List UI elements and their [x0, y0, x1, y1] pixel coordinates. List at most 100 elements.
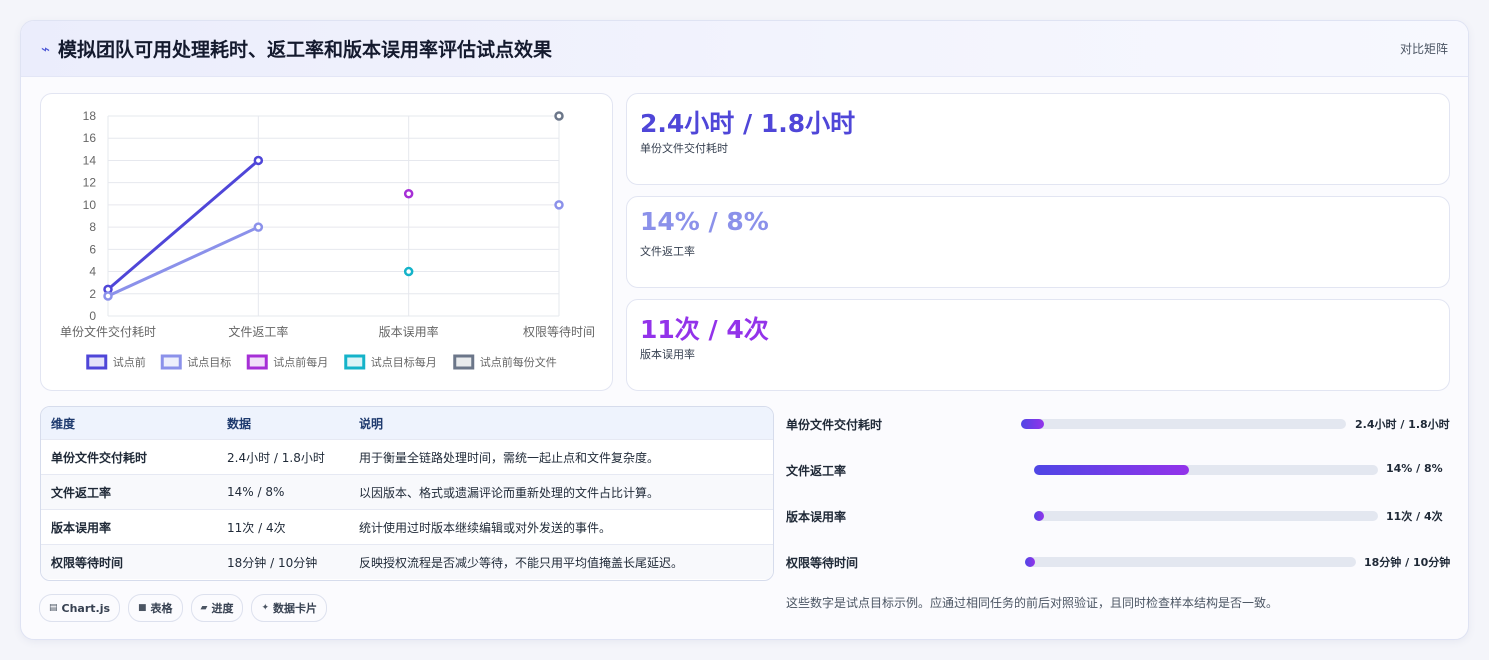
kpi-label: 版本误用率	[640, 348, 695, 361]
progress-label: 版本误用率	[786, 510, 847, 524]
legend-swatch	[246, 354, 268, 370]
data-point	[403, 189, 414, 199]
progress-track	[1025, 557, 1356, 567]
kpi-card-delivery-time: 2.4小时 / 1.8小时 单份文件交付耗时	[626, 93, 1450, 185]
data-point	[554, 111, 564, 121]
legend-swatch	[344, 354, 366, 370]
kpi-label: 单份文件交付耗时	[640, 142, 728, 155]
cell-dimension: 单份文件交付耗时	[41, 439, 217, 475]
y-tick-label: 18	[83, 109, 97, 123]
cell-description: 统计使用过时版本继续编辑或对外发送的事件。	[349, 509, 773, 545]
y-tick-label: 8	[89, 220, 96, 234]
comparison-table: 维度 数据 说明 单份文件交付耗时 2.4小时 / 1.8小时 用于衡量全链路处…	[40, 406, 774, 581]
line-chart: 0 2 4 6 8 10 12 14 16 18 单份文件交付耗时 文件返工率 版本误用率 权限等待时间试…	[60, 109, 595, 370]
cell-description: 以因版本、格式或遗漏评论而重新处理的文件占比计算。	[349, 474, 773, 510]
y-tick-label: 2	[89, 287, 96, 301]
chip-data-cards[interactable]: ✦ 数据卡片	[251, 594, 328, 622]
y-tick-label: 0	[89, 309, 96, 323]
legend-label: 试点目标	[187, 355, 231, 369]
progress-value: 14% / 8%	[1386, 462, 1443, 475]
chip-label: 数据卡片	[273, 602, 318, 615]
kpi-label: 文件返工率	[640, 245, 695, 258]
progress-value: 2.4小时 / 1.8小时	[1355, 418, 1450, 431]
table-row: 版本误用率 11次 / 4次 统计使用过时版本继续编辑或对外发送的事件。	[41, 509, 773, 545]
chip-chartjs[interactable]: ▤ Chart.js	[39, 594, 121, 622]
chart-icon: ▤	[49, 603, 58, 613]
data-point	[253, 155, 264, 166]
kpi-card-version-misuse: 11次 / 4次 版本误用率	[626, 299, 1450, 391]
footnote: 这些数字是试点目标示例。应通过相同任务的前后对照验证，且同时检查样本结构是否一致…	[786, 596, 1279, 610]
cell-description: 反映授权流程是否减少等待，不能只用平均值掩盖长尾延迟。	[349, 544, 773, 579]
chart-panel: 0 2 4 6 8 10 12 14 16 18 单份文件交付耗时 文件返工率 版本误用率 权限等待时间试…	[40, 93, 613, 391]
progress-row-delivery-time: 单份文件交付耗时 2.4小时 / 1.8小时	[786, 414, 1451, 434]
legend-swatch	[86, 354, 108, 370]
chip-label: Chart.js	[61, 601, 111, 615]
data-point	[403, 266, 414, 277]
cell-dimension: 版本误用率	[41, 509, 217, 545]
progress-label: 单份文件交付耗时	[786, 418, 883, 432]
table-row: 权限等待时间 18分钟 / 10分钟 反映授权流程是否减少等待，不能只用平均值掩…	[41, 544, 773, 579]
data-point	[554, 200, 564, 210]
series-line	[107, 225, 259, 298]
series-line	[107, 159, 260, 291]
progress-fill	[1034, 465, 1189, 475]
y-tick-label: 16	[83, 131, 97, 145]
chart-line-icon: ⌁	[41, 39, 51, 58]
table-row: 单份文件交付耗时 2.4小时 / 1.8小时 用于衡量全链路处理时间，需统一起止…	[41, 439, 773, 475]
progress-row-version-misuse: 版本误用率 11次 / 4次	[786, 506, 1451, 526]
x-tick-label: 单份文件交付耗时	[60, 324, 156, 339]
kpi-card-rework-rate: 14% / 8% 文件返工率	[626, 196, 1450, 288]
chip-progress[interactable]: ▰ 进度	[190, 594, 244, 622]
legend-label: 试点前每月	[273, 355, 328, 369]
cell-description: 用于衡量全链路处理时间，需统一起止点和文件复杂度。	[349, 439, 773, 475]
kpi-value: 14% / 8%	[640, 207, 769, 236]
legend-swatch	[453, 354, 475, 370]
y-tick-label: 12	[83, 176, 97, 190]
progress-track	[1034, 511, 1378, 521]
cell-data: 14% / 8%	[217, 474, 349, 510]
sparkle-icon: ✦	[261, 603, 270, 613]
legend-label: 试点前	[113, 355, 146, 369]
chip-label: 进度	[211, 602, 234, 615]
chip-table[interactable]: ■ 表格	[128, 594, 183, 622]
legend-swatch	[160, 354, 182, 370]
page-title: 模拟团队可用处理耗时、返工率和版本误用率评估试点效果	[58, 39, 553, 61]
progress-fill	[1025, 557, 1035, 567]
cell-data: 2.4小时 / 1.8小时	[217, 439, 349, 475]
column-header: 维度	[41, 407, 217, 440]
progress-value: 11次 / 4次	[1386, 510, 1443, 523]
table-header-row: 维度 数据 说明	[41, 407, 773, 440]
progress-track	[1021, 419, 1346, 429]
cell-dimension: 文件返工率	[41, 474, 217, 510]
x-tick-label: 文件返工率	[228, 324, 288, 339]
column-header: 数据	[217, 407, 349, 440]
progress-value: 18分钟 / 10分钟	[1364, 556, 1451, 569]
tag-chips: ▤ Chart.js ■ 表格 ▰ 进度 ✦ 数据卡片	[39, 594, 328, 622]
progress-fill	[1034, 511, 1045, 521]
progress-label: 权限等待时间	[786, 556, 859, 570]
dashboard-card: ⌁ 模拟团队可用处理耗时、返工率和版本误用率评估试点效果 对比矩阵 0 2 4 6 8 1…	[20, 20, 1469, 640]
table-icon: ■	[138, 603, 147, 613]
data-point	[253, 222, 264, 232]
chip-label: 表格	[150, 602, 173, 615]
x-tick-label: 版本误用率	[379, 324, 439, 339]
y-tick-label: 10	[83, 198, 97, 212]
progress-track	[1034, 465, 1378, 475]
y-tick-label: 14	[83, 153, 97, 167]
comparison-matrix-link[interactable]: 对比矩阵	[1400, 40, 1448, 57]
title-group: ⌁ 模拟团队可用处理耗时、返工率和版本误用率评估试点效果	[41, 35, 552, 62]
table-row: 文件返工率 14% / 8% 以因版本、格式或遗漏评论而重新处理的文件占比计算。	[41, 474, 773, 510]
cell-dimension: 权限等待时间	[41, 544, 217, 579]
card-header: ⌁ 模拟团队可用处理耗时、返工率和版本误用率评估试点效果 对比矩阵	[21, 21, 1468, 77]
kpi-value: 11次 / 4次	[640, 315, 769, 344]
cell-data: 18分钟 / 10分钟	[217, 544, 349, 579]
legend-label: 试点前每份文件	[480, 355, 557, 369]
y-tick-label: 6	[89, 242, 96, 256]
progress-row-rework-rate: 文件返工率 14% / 8%	[786, 460, 1451, 480]
progress-row-permission-wait: 权限等待时间 18分钟 / 10分钟	[786, 552, 1451, 572]
y-tick-label: 4	[89, 265, 96, 279]
x-tick-label: 权限等待时间	[523, 325, 595, 339]
progress-label: 文件返工率	[786, 464, 847, 478]
progress-icon: ▰	[200, 603, 208, 613]
kpi-value: 2.4小时 / 1.8小时	[640, 109, 856, 138]
